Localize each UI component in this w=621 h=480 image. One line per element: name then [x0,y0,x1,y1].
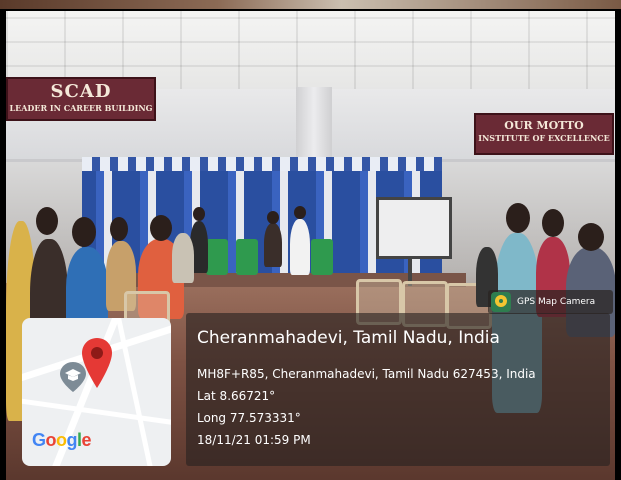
gps-map-camera-icon [491,292,511,312]
previous-photo-strip [0,0,621,9]
location-pin-icon [82,338,112,388]
gps-map-camera-label: GPS Map Camera [517,297,596,307]
google-logo-letter: G [32,430,46,450]
audience-head [36,207,58,235]
google-logo: Google [32,430,92,451]
google-logo-letter: o [45,430,57,450]
speaker-head [193,207,205,221]
audience-head [542,209,564,237]
map-thumbnail: Google [22,318,171,466]
stage-chair [236,239,258,275]
location-address: MH8F+R85, Cheranmahadevi, Tamil Nadu 627… [197,367,536,381]
audience-head [72,217,96,247]
audience-head [150,215,172,241]
photo-frame: SCAD LEADER IN CAREER BUILDING OUR MOTTO… [0,0,621,480]
seated-person-head [267,211,279,224]
standing-person-head [294,206,306,219]
standing-person [290,219,310,275]
motto-sign: OUR MOTTO INSTITUTE OF EXCELLENCE [474,113,614,155]
scad-sign-title: SCAD [50,81,112,102]
google-logo-letter: o [56,430,67,450]
google-logo-letter: e [81,430,92,450]
google-logo-letter: g [66,430,78,450]
stage-chair [311,239,333,275]
audience-head [578,223,604,251]
gps-map-camera-badge: GPS Map Camera [488,290,613,314]
motto-sign-text: INSTITUTE OF EXCELLENCE [478,133,610,143]
projector-screen [376,197,452,259]
audience-head [506,203,530,233]
stage-chair [206,239,228,275]
scad-sign: SCAD LEADER IN CAREER BUILDING [6,77,156,121]
location-title: Cheranmahadevi, Tamil Nadu, India [197,328,500,348]
motto-sign-title: OUR MOTTO [504,119,584,132]
seated-person [264,223,282,267]
audience-head [110,217,128,241]
location-datetime: 18/11/21 01:59 PM [197,433,311,447]
scad-sign-tagline: LEADER IN CAREER BUILDING [9,103,153,113]
map-road [22,397,171,428]
location-longitude: Long 77.573331° [197,411,301,425]
location-latitude: Lat 8.66721° [197,389,276,403]
audience-person [172,233,194,283]
curtain-valance [82,157,442,171]
